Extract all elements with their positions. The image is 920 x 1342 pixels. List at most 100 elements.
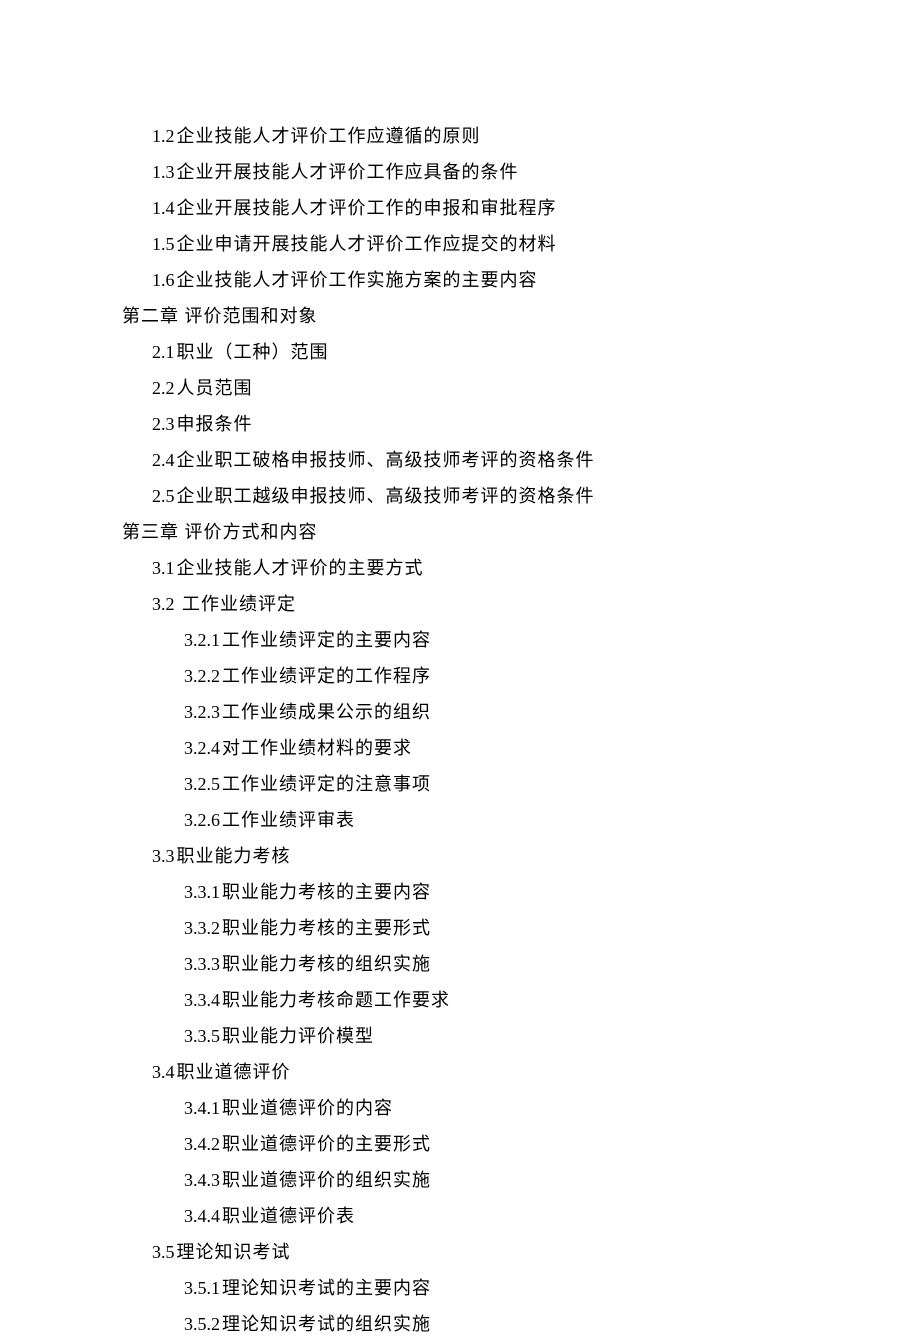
toc-number: 3.5 (152, 1242, 175, 1262)
toc-number: 2.5 (152, 486, 175, 506)
toc-number: 3.3.4 (184, 990, 220, 1010)
toc-entry: 3.2.2工作业绩评定的工作程序 (184, 658, 770, 694)
toc-number: 3.2 (152, 594, 175, 614)
toc-number: 3.3.2 (184, 918, 220, 938)
toc-title: 工作业绩成果公示的组织 (222, 702, 431, 722)
toc-entry: 3.4职业道德评价 (152, 1054, 770, 1090)
toc-number: 3.2.2 (184, 666, 220, 686)
toc-number: 1.4 (152, 198, 175, 218)
toc-title: 职业能力考核的组织实施 (222, 954, 431, 974)
toc-entry: 1.6企业技能人才评价工作实施方案的主要内容 (152, 262, 770, 298)
toc-title: 职业道德评价的主要形式 (222, 1134, 431, 1154)
table-of-contents: 1.2企业技能人才评价工作应遵循的原则1.3企业开展技能人才评价工作应具备的条件… (122, 118, 770, 1342)
toc-title: 企业职工破格申报技师、高级技师考评的资格条件 (177, 450, 595, 470)
toc-entry: 3.2.1工作业绩评定的主要内容 (184, 622, 770, 658)
toc-title: 理论知识考试的组织实施 (222, 1314, 431, 1334)
toc-entry: 2.2人员范围 (152, 370, 770, 406)
toc-number: 3.4.4 (184, 1206, 220, 1226)
toc-number: 3.2.5 (184, 774, 220, 794)
toc-title: 工作业绩评定 (177, 594, 297, 614)
toc-entry: 3.3.2职业能力考核的主要形式 (184, 910, 770, 946)
toc-number: 1.6 (152, 270, 175, 290)
toc-title: 职业能力评价模型 (222, 1026, 374, 1046)
toc-number: 3.2.6 (184, 810, 220, 830)
toc-entry: 2.5企业职工越级申报技师、高级技师考评的资格条件 (152, 478, 770, 514)
toc-title: 企业职工越级申报技师、高级技师考评的资格条件 (177, 486, 595, 506)
toc-entry: 3.2.6工作业绩评审表 (184, 802, 770, 838)
toc-entry: 第二章 评价范围和对象 (122, 298, 770, 334)
toc-title: 职业能力考核命题工作要求 (222, 990, 450, 1010)
toc-title: 理论知识考试 (177, 1242, 291, 1262)
toc-title: 职业道德评价的内容 (222, 1098, 393, 1118)
toc-title: 职业道德评价的组织实施 (222, 1170, 431, 1190)
toc-title: 职业能力考核的主要内容 (222, 882, 431, 902)
toc-title: 工作业绩评定的工作程序 (222, 666, 431, 686)
toc-entry: 3.4.1职业道德评价的内容 (184, 1090, 770, 1126)
toc-number: 3.5.2 (184, 1314, 220, 1334)
toc-entry: 3.1企业技能人才评价的主要方式 (152, 550, 770, 586)
toc-title: 企业技能人才评价工作应遵循的原则 (177, 126, 481, 146)
toc-number: 2.3 (152, 414, 175, 434)
toc-title: 企业开展技能人才评价工作应具备的条件 (177, 162, 519, 182)
toc-title: 工作业绩评定的主要内容 (222, 630, 431, 650)
toc-number: 3.5.1 (184, 1278, 220, 1298)
toc-number: 3.3.1 (184, 882, 220, 902)
toc-entry: 第三章 评价方式和内容 (122, 514, 770, 550)
toc-entry: 1.4企业开展技能人才评价工作的申报和审批程序 (152, 190, 770, 226)
toc-entry: 1.5企业申请开展技能人才评价工作应提交的材料 (152, 226, 770, 262)
toc-title: 理论知识考试的主要内容 (222, 1278, 431, 1298)
toc-title: 职业能力考核的主要形式 (222, 918, 431, 938)
toc-entry: 2.4企业职工破格申报技师、高级技师考评的资格条件 (152, 442, 770, 478)
toc-entry: 3.5.1理论知识考试的主要内容 (184, 1270, 770, 1306)
toc-title: 工作业绩评定的注意事项 (222, 774, 431, 794)
toc-entry: 3.3.4职业能力考核命题工作要求 (184, 982, 770, 1018)
toc-title: 第二章 评价范围和对象 (122, 306, 318, 326)
toc-title: 职业（工种）范围 (177, 342, 329, 362)
toc-entry: 3.2 工作业绩评定 (152, 586, 770, 622)
toc-title: 申报条件 (177, 414, 253, 434)
toc-number: 2.4 (152, 450, 175, 470)
toc-entry: 1.3企业开展技能人才评价工作应具备的条件 (152, 154, 770, 190)
toc-number: 3.2.1 (184, 630, 220, 650)
toc-number: 3.3.3 (184, 954, 220, 974)
toc-entry: 3.3.3职业能力考核的组织实施 (184, 946, 770, 982)
toc-number: 3.1 (152, 558, 175, 578)
toc-number: 3.4.3 (184, 1170, 220, 1190)
toc-entry: 2.3申报条件 (152, 406, 770, 442)
toc-title: 职业能力考核 (177, 846, 291, 866)
toc-entry: 3.5.2理论知识考试的组织实施 (184, 1306, 770, 1342)
toc-number: 3.3.5 (184, 1026, 220, 1046)
toc-number: 3.2.3 (184, 702, 220, 722)
toc-title: 第三章 评价方式和内容 (122, 522, 318, 542)
toc-number: 3.4.2 (184, 1134, 220, 1154)
toc-number: 3.4 (152, 1062, 175, 1082)
toc-number: 2.1 (152, 342, 175, 362)
toc-number: 3.4.1 (184, 1098, 220, 1118)
toc-entry: 3.2.3工作业绩成果公示的组织 (184, 694, 770, 730)
toc-number: 1.3 (152, 162, 175, 182)
toc-entry: 2.1职业（工种）范围 (152, 334, 770, 370)
toc-title: 对工作业绩材料的要求 (222, 738, 412, 758)
toc-entry: 3.3.5职业能力评价模型 (184, 1018, 770, 1054)
toc-title: 职业道德评价表 (222, 1206, 355, 1226)
toc-entry: 3.3职业能力考核 (152, 838, 770, 874)
toc-entry: 3.2.4对工作业绩材料的要求 (184, 730, 770, 766)
toc-title: 企业开展技能人才评价工作的申报和审批程序 (177, 198, 557, 218)
toc-title: 职业道德评价 (177, 1062, 291, 1082)
toc-title: 工作业绩评审表 (222, 810, 355, 830)
toc-title: 人员范围 (177, 378, 253, 398)
toc-number: 1.2 (152, 126, 175, 146)
toc-entry: 1.2企业技能人才评价工作应遵循的原则 (152, 118, 770, 154)
toc-title: 企业技能人才评价的主要方式 (177, 558, 424, 578)
toc-entry: 3.2.5工作业绩评定的注意事项 (184, 766, 770, 802)
toc-entry: 3.5理论知识考试 (152, 1234, 770, 1270)
toc-entry: 3.3.1职业能力考核的主要内容 (184, 874, 770, 910)
toc-number: 3.3 (152, 846, 175, 866)
toc-number: 1.5 (152, 234, 175, 254)
toc-entry: 3.4.3职业道德评价的组织实施 (184, 1162, 770, 1198)
toc-title: 企业技能人才评价工作实施方案的主要内容 (177, 270, 538, 290)
toc-number: 2.2 (152, 378, 175, 398)
toc-entry: 3.4.2职业道德评价的主要形式 (184, 1126, 770, 1162)
toc-number: 3.2.4 (184, 738, 220, 758)
toc-title: 企业申请开展技能人才评价工作应提交的材料 (177, 234, 557, 254)
